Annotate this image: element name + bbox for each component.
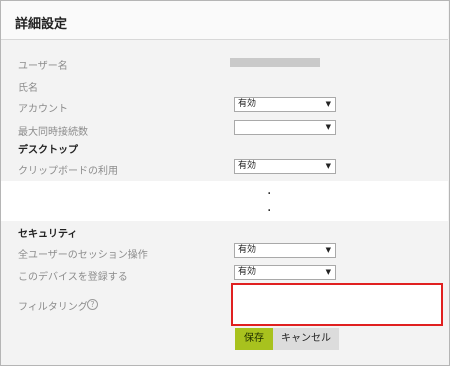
filtering-label: フィルタリング [18,302,88,313]
max-connections-label: 最大同時接続数 [18,127,88,138]
clipboard-select[interactable]: 有効 ▼ [234,159,336,174]
security-heading: セキュリティ [18,229,78,240]
save-button[interactable]: 保存 [235,328,273,350]
omitted-content-band: · · [1,181,448,221]
ellipsis-dot: · [267,186,272,202]
filtering-input[interactable] [231,283,443,326]
desktop-heading: デスクトップ [18,145,78,156]
chevron-down-icon: ▼ [325,100,331,108]
max-connections-select[interactable]: ▼ [234,120,336,135]
page-title: 詳細設定 [15,17,68,32]
chevron-down-icon: ▼ [325,162,331,170]
chevron-down-icon: ▼ [325,123,331,131]
clipboard-label: クリップボードの利用 [18,166,118,177]
register-device-select[interactable]: 有効 ▼ [234,265,336,280]
cancel-button[interactable]: キャンセル [273,328,339,350]
all-users-session-select[interactable]: 有効 ▼ [234,243,336,258]
account-select-value: 有効 [238,99,257,109]
account-label: アカウント [18,104,68,115]
account-select[interactable]: 有効 ▼ [234,97,336,112]
clipboard-select-value: 有効 [238,161,257,171]
info-icon[interactable]: ? [87,299,98,310]
panel-header: 詳細設定 [1,1,448,40]
register-device-label: このデバイスを登録する [18,272,128,283]
register-device-select-value: 有効 [238,267,257,277]
chevron-down-icon: ▼ [325,268,331,276]
ellipsis-dot: · [267,203,272,219]
fullname-label: 氏名 [18,83,38,94]
chevron-down-icon: ▼ [325,246,331,254]
all-users-session-label: 全ユーザーのセッション操作 [18,250,148,261]
username-masked-value [230,58,320,67]
username-label: ユーザー名 [18,61,68,72]
all-users-session-select-value: 有効 [238,245,257,255]
